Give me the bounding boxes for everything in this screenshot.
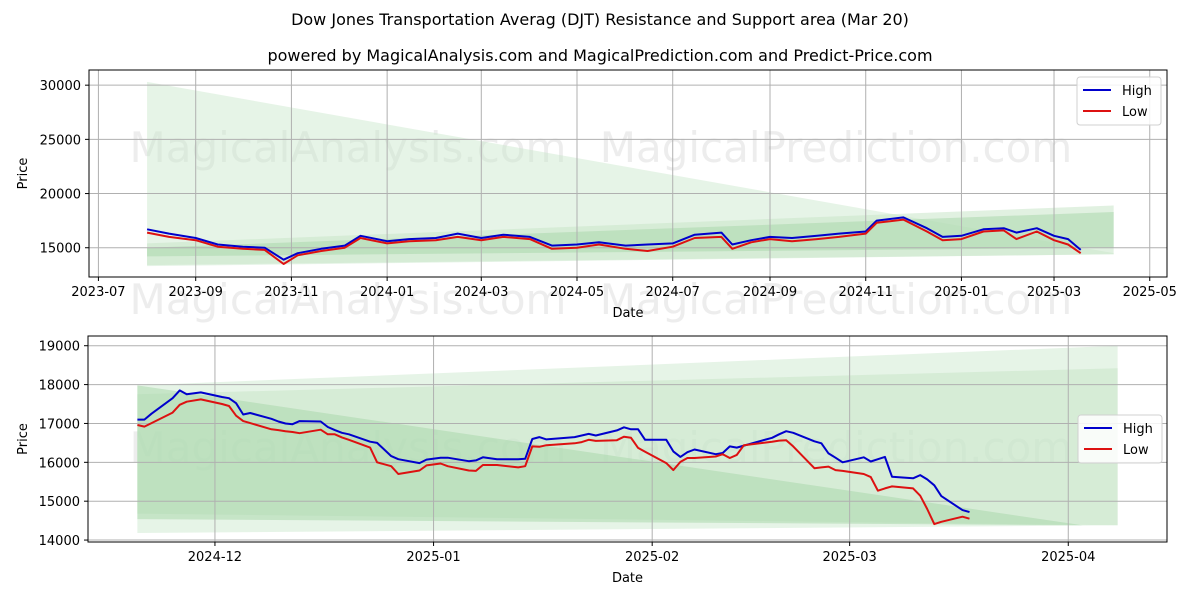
y-tick-label: 16000: [39, 456, 80, 471]
y-tick-label: 15000: [39, 495, 80, 510]
x-tick-label: 2023-09: [169, 285, 223, 300]
x-tick-label: 2023-11: [264, 285, 318, 300]
x-tick-label: 2024-01: [360, 285, 414, 300]
watermark-text: MagicalPrediction.com: [600, 123, 1073, 172]
x-tick-label: 2025-01: [934, 285, 988, 300]
legend-label-high: High: [1122, 84, 1152, 99]
x-tick-label: 2024-12: [188, 550, 242, 565]
charts-canvas: MagicalAnalysis.com MagicalPrediction.com…: [16, 69, 1177, 586]
y-tick-label: 14000: [39, 534, 80, 549]
x-tick-label: 2023-07: [71, 285, 125, 300]
y-tick-label: 19000: [39, 340, 80, 355]
chart-panel-2: MagicalAnalysis.comMagicalPrediction.com…: [16, 335, 1168, 586]
y-tick-label: 20000: [40, 188, 81, 203]
x-tick-label: 2024-07: [646, 285, 700, 300]
x-tick-label: 2024-03: [454, 285, 508, 300]
chart-panel-1: MagicalAnalysis.com MagicalPrediction.com…: [16, 69, 1177, 324]
y-tick-label: 15000: [40, 242, 81, 257]
legend: High Low: [1076, 76, 1162, 126]
y-tick-label: 17000: [39, 417, 80, 432]
x-tick-label: 2025-05: [1123, 285, 1177, 300]
x-tick-label: 2025-02: [625, 550, 679, 565]
y-axis-label: Price: [16, 158, 31, 190]
x-axis-label: Date: [612, 571, 643, 586]
legend: High Low: [1077, 414, 1163, 464]
x-tick-label: 2025-03: [822, 550, 876, 565]
x-tick-label: 2024-05: [550, 285, 604, 300]
legend-label-low: Low: [1123, 443, 1149, 458]
y-axis-label: Price: [16, 423, 31, 455]
x-axis-label: Date: [612, 306, 643, 321]
x-tick-label: 2025-01: [406, 550, 460, 565]
y-tick-label: 30000: [40, 79, 81, 94]
legend-label-high: High: [1123, 422, 1153, 437]
y-tick-label: 18000: [39, 379, 80, 394]
y-tick-label: 25000: [40, 133, 81, 148]
x-tick-label: 2024-11: [839, 285, 893, 300]
x-tick-label: 2024-09: [743, 285, 797, 300]
x-tick-label: 2025-03: [1027, 285, 1081, 300]
legend-label-low: Low: [1122, 105, 1148, 120]
x-tick-label: 2025-04: [1041, 550, 1095, 565]
